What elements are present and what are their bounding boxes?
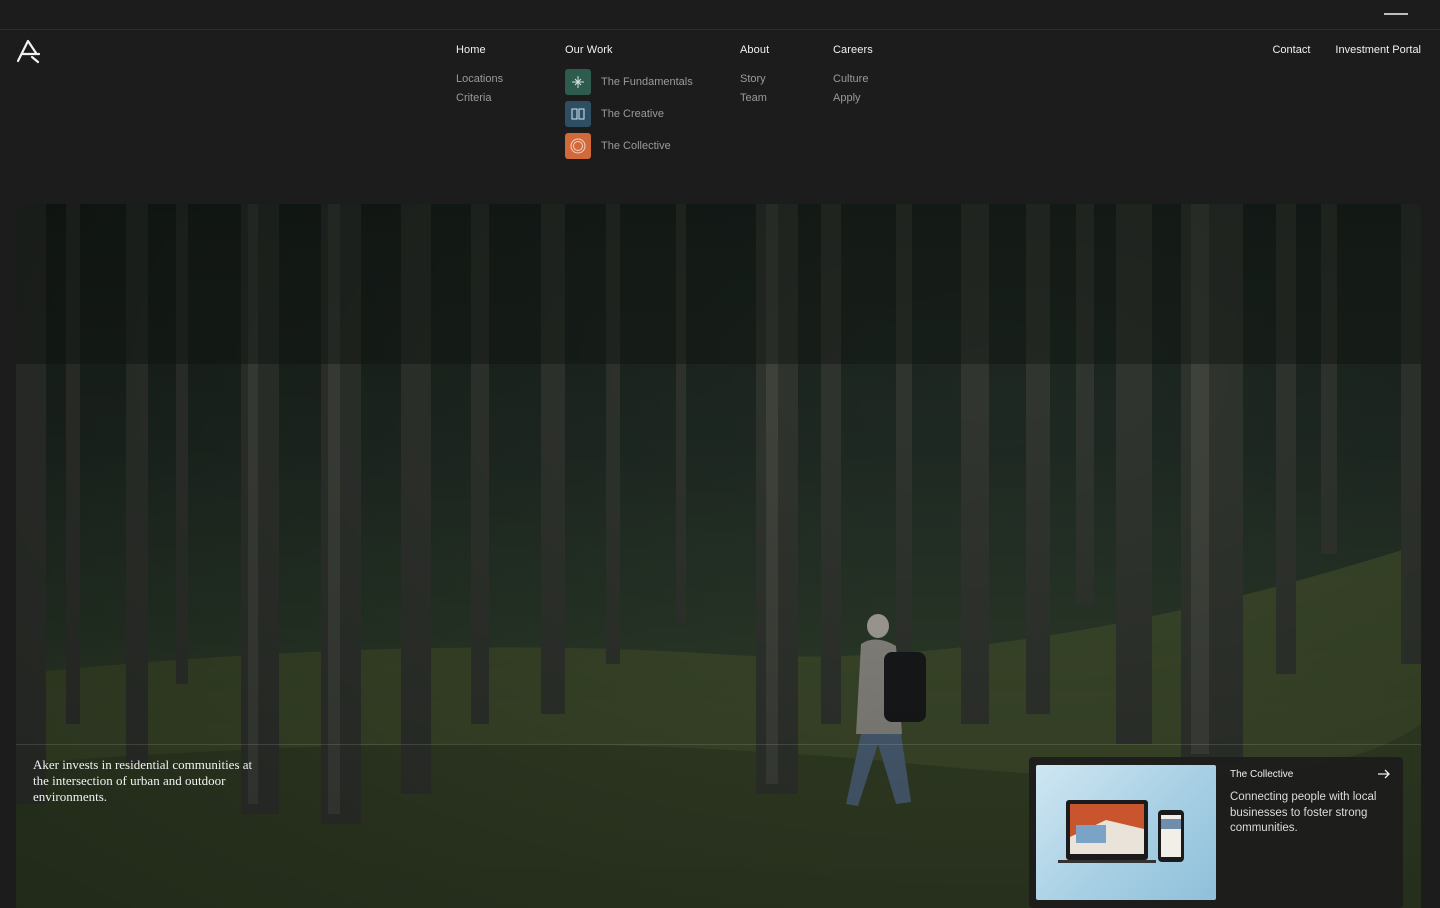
hero-divider: [16, 744, 1421, 745]
collective-card-label: The Collective: [1230, 769, 1294, 780]
aker-logo[interactable]: [14, 37, 42, 65]
nav-about: About Story Team: [740, 43, 769, 105]
nav-fundamentals-link[interactable]: The Fundamentals: [565, 69, 693, 95]
top-bar: [0, 0, 1440, 30]
collective-card-thumbnail: [1036, 765, 1216, 900]
arrow-right-icon[interactable]: [1377, 767, 1391, 781]
nav-home: Home Locations Criteria: [456, 43, 503, 105]
nav-locations-link[interactable]: Locations: [456, 72, 503, 86]
menu-toggle-icon[interactable]: [1384, 13, 1408, 15]
nav-contact-link[interactable]: Contact: [1272, 43, 1310, 57]
collective-icon: [565, 133, 591, 159]
nav-story-link[interactable]: Story: [740, 72, 769, 86]
nav-about-link[interactable]: About: [740, 43, 769, 57]
nav-culture-link[interactable]: Culture: [833, 72, 873, 86]
nav-our-work-link[interactable]: Our Work: [565, 43, 693, 57]
hero-tagline: Aker invests in residential communities …: [33, 757, 253, 804]
nav-fundamentals-label: The Fundamentals: [601, 76, 693, 88]
nav-criteria-link[interactable]: Criteria: [456, 91, 503, 105]
nav-creative-label: The Creative: [601, 108, 664, 120]
collective-card[interactable]: The Collective Connecting people with lo…: [1029, 757, 1403, 908]
nav-our-work: Our Work The Fundamentals The Creative T…: [565, 43, 693, 159]
nav-investment-portal-link[interactable]: Investment Portal: [1335, 43, 1421, 57]
fundamentals-icon: [565, 69, 591, 95]
devices-mockup-image: [1058, 800, 1184, 863]
nav-collective-label: The Collective: [601, 140, 671, 152]
nav-creative-link[interactable]: The Creative: [565, 101, 693, 127]
nav-team-link[interactable]: Team: [740, 91, 769, 105]
nav-right: Contact Investment Portal: [1272, 43, 1421, 57]
nav-collective-link[interactable]: The Collective: [565, 133, 693, 159]
nav-careers-link[interactable]: Careers: [833, 43, 873, 57]
creative-icon: [565, 101, 591, 127]
nav-careers: Careers Culture Apply: [833, 43, 873, 105]
collective-card-description: Connecting people with local businesses …: [1230, 791, 1377, 834]
nav-home-link[interactable]: Home: [456, 43, 503, 57]
nav-apply-link[interactable]: Apply: [833, 91, 873, 105]
